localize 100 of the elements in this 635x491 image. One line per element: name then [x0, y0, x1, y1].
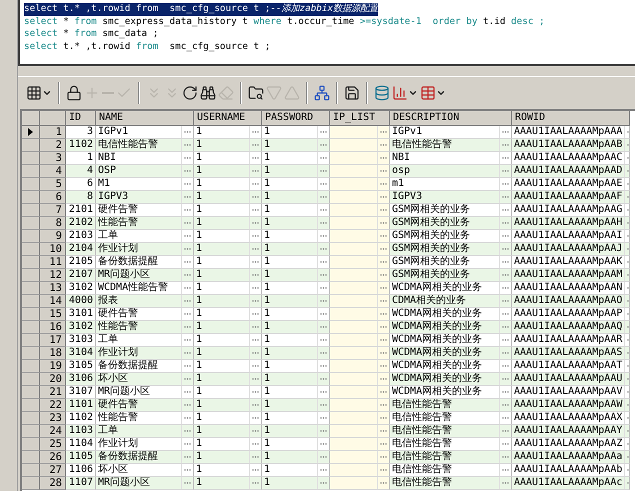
more-button[interactable]: [377, 178, 389, 190]
more-button[interactable]: [249, 217, 261, 229]
more-button[interactable]: [377, 256, 389, 268]
more-button[interactable]: [377, 152, 389, 164]
more-button[interactable]: [499, 256, 511, 268]
more-button[interactable]: [181, 243, 193, 255]
more-button[interactable]: [181, 308, 193, 320]
sql-editor[interactable]: [18, 0, 635, 66]
more-button[interactable]: [249, 243, 261, 255]
column-header[interactable]: IP_LIST: [330, 111, 390, 126]
more-button[interactable]: [317, 399, 329, 411]
more-button[interactable]: [249, 386, 261, 398]
more-button[interactable]: [181, 386, 193, 398]
more-button[interactable]: [499, 438, 511, 450]
more-button[interactable]: [317, 282, 329, 294]
more-button[interactable]: [317, 295, 329, 307]
more-button[interactable]: [317, 308, 329, 320]
more-button[interactable]: [499, 152, 511, 164]
more-button[interactable]: [377, 269, 389, 281]
more-button[interactable]: [499, 191, 511, 203]
more-button[interactable]: [317, 126, 329, 138]
more-button[interactable]: [377, 360, 389, 372]
more-button[interactable]: [377, 308, 389, 320]
more-button[interactable]: [317, 360, 329, 372]
more-button[interactable]: [249, 308, 261, 320]
more-button[interactable]: [377, 399, 389, 411]
column-header[interactable]: DESCRIPTION: [390, 111, 512, 126]
more-button[interactable]: [377, 334, 389, 346]
more-button[interactable]: [249, 178, 261, 190]
more-button[interactable]: [317, 373, 329, 385]
more-button[interactable]: [377, 139, 389, 151]
more-button[interactable]: [249, 282, 261, 294]
more-button[interactable]: [317, 438, 329, 450]
more-button[interactable]: [377, 347, 389, 359]
more-button[interactable]: [249, 347, 261, 359]
more-button[interactable]: [181, 178, 193, 190]
more-button[interactable]: [499, 230, 511, 242]
more-button[interactable]: [181, 373, 193, 385]
more-button[interactable]: [377, 373, 389, 385]
more-button[interactable]: [499, 399, 511, 411]
more-button[interactable]: [499, 373, 511, 385]
more-button[interactable]: [377, 243, 389, 255]
more-button[interactable]: [317, 139, 329, 151]
more-button[interactable]: [249, 295, 261, 307]
more-button[interactable]: [377, 126, 389, 138]
more-button[interactable]: [317, 321, 329, 333]
more-button[interactable]: [377, 217, 389, 229]
more-button[interactable]: [499, 243, 511, 255]
more-button[interactable]: [499, 451, 511, 463]
column-header[interactable]: ID: [66, 111, 96, 126]
more-button[interactable]: [181, 152, 193, 164]
more-button[interactable]: [249, 334, 261, 346]
more-button[interactable]: [499, 464, 511, 476]
more-button[interactable]: [181, 191, 193, 203]
more-button[interactable]: [317, 451, 329, 463]
more-button[interactable]: [317, 152, 329, 164]
more-button[interactable]: [249, 152, 261, 164]
more-button[interactable]: [499, 282, 511, 294]
more-button[interactable]: [377, 191, 389, 203]
more-button[interactable]: [317, 230, 329, 242]
more-button[interactable]: [499, 386, 511, 398]
row-indicator[interactable]: [22, 126, 40, 139]
more-button[interactable]: [377, 425, 389, 437]
column-header[interactable]: NAME: [96, 111, 194, 126]
more-button[interactable]: [181, 425, 193, 437]
more-button[interactable]: [249, 412, 261, 424]
more-button[interactable]: [499, 295, 511, 307]
more-button[interactable]: [317, 256, 329, 268]
more-button[interactable]: [317, 191, 329, 203]
more-button[interactable]: [249, 360, 261, 372]
more-button[interactable]: [499, 425, 511, 437]
more-button[interactable]: [377, 282, 389, 294]
more-button[interactable]: [181, 399, 193, 411]
more-button[interactable]: [499, 139, 511, 151]
more-button[interactable]: [377, 165, 389, 177]
more-button[interactable]: [181, 412, 193, 424]
more-button[interactable]: [249, 425, 261, 437]
more-button[interactable]: [377, 438, 389, 450]
more-button[interactable]: [377, 295, 389, 307]
more-button[interactable]: [499, 204, 511, 216]
more-button[interactable]: [181, 256, 193, 268]
more-button[interactable]: [181, 451, 193, 463]
more-button[interactable]: [317, 412, 329, 424]
more-button[interactable]: [181, 126, 193, 138]
column-header[interactable]: USERNAME: [194, 111, 262, 126]
more-button[interactable]: [249, 126, 261, 138]
more-button[interactable]: [181, 139, 193, 151]
more-button[interactable]: [181, 334, 193, 346]
more-button[interactable]: [181, 230, 193, 242]
more-button[interactable]: [181, 204, 193, 216]
more-button[interactable]: [249, 204, 261, 216]
more-button[interactable]: [181, 477, 193, 489]
more-button[interactable]: [317, 464, 329, 476]
more-button[interactable]: [377, 464, 389, 476]
more-button[interactable]: [181, 295, 193, 307]
more-button[interactable]: [181, 321, 193, 333]
more-button[interactable]: [377, 451, 389, 463]
more-button[interactable]: [249, 256, 261, 268]
more-button[interactable]: [499, 178, 511, 190]
more-button[interactable]: [249, 191, 261, 203]
